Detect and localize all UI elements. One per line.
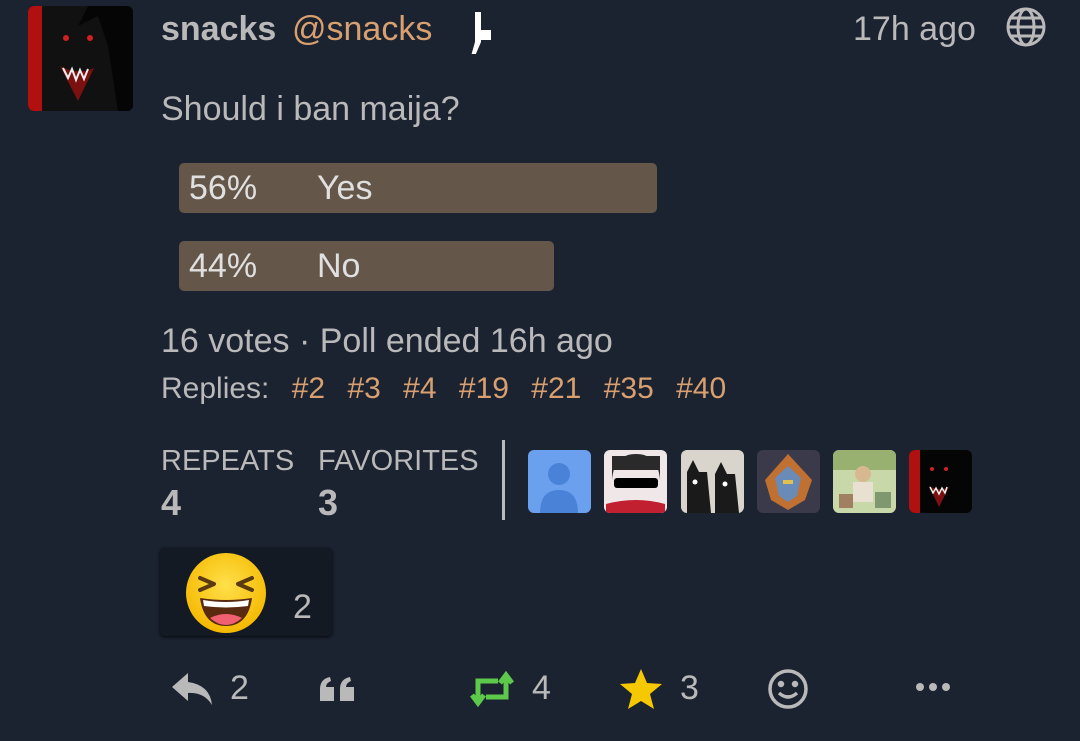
star-icon [620,669,662,709]
interactor-avatar[interactable] [757,450,820,513]
emoji-react-icon [768,669,808,709]
poll-percent: 56% [189,169,258,207]
favorites-label: FAVORITES [318,445,479,477]
poll-percent: 44% [189,247,258,285]
interactor-avatar[interactable] [909,450,972,513]
reply-count: 2 [230,669,249,707]
repeat-icon [470,671,514,707]
favorites-count: 3 [318,482,339,523]
favorites-stat[interactable]: FAVORITES 3 [318,445,479,524]
stats-divider [502,440,505,520]
more-icon [916,683,950,691]
reply-link[interactable]: #35 [604,372,654,405]
emoji-reaction[interactable]: 2 [160,548,332,636]
repeat-button[interactable]: 4 [468,665,558,713]
repeats-label: REPEATS [161,445,295,477]
reply-link[interactable]: #21 [531,372,581,405]
post-timestamp[interactable]: 17h ago [853,10,976,49]
reply-icon [172,673,212,705]
poll-summary: 16 votes · Poll ended 16h ago [161,322,613,360]
interactor-avatar[interactable] [833,450,896,513]
bot-icon [465,10,495,56]
favorite-count: 3 [680,669,699,707]
interactor-avatar[interactable] [604,450,667,513]
quote-icon [320,677,354,701]
poll-label: Yes [317,169,373,207]
poll-option-no[interactable]: 44% No [179,241,554,291]
display-name[interactable]: snacks [161,10,276,49]
reply-link[interactable]: #4 [403,372,436,405]
repeats-count: 4 [161,482,182,523]
interactor-avatar[interactable] [681,450,744,513]
replies-list: Replies: #2 #3 #4 #19 #21 #35 #40 [161,372,726,406]
reaction-count: 2 [293,588,312,626]
globe-icon [1005,6,1047,48]
reply-button[interactable]: 2 [170,665,260,713]
author-avatar[interactable] [28,6,133,111]
interactor-avatar[interactable] [528,450,591,513]
post-content: Should i ban maija? [161,90,460,128]
user-handle[interactable]: @snacks [292,10,432,49]
favorite-button[interactable]: 3 [618,665,708,713]
reply-link[interactable]: #2 [292,372,325,405]
poll-label: No [317,247,361,285]
reply-link[interactable]: #19 [459,372,509,405]
more-button[interactable] [914,665,954,713]
replies-label: Replies: [161,372,270,405]
emoji-react-button[interactable] [766,665,810,713]
repeats-stat[interactable]: REPEATS 4 [161,445,294,524]
poll-option-yes[interactable]: 56% Yes [179,163,657,213]
reply-link[interactable]: #40 [676,372,726,405]
repeat-count: 4 [532,669,551,707]
quote-button[interactable] [318,665,360,713]
reply-link[interactable]: #3 [347,372,380,405]
